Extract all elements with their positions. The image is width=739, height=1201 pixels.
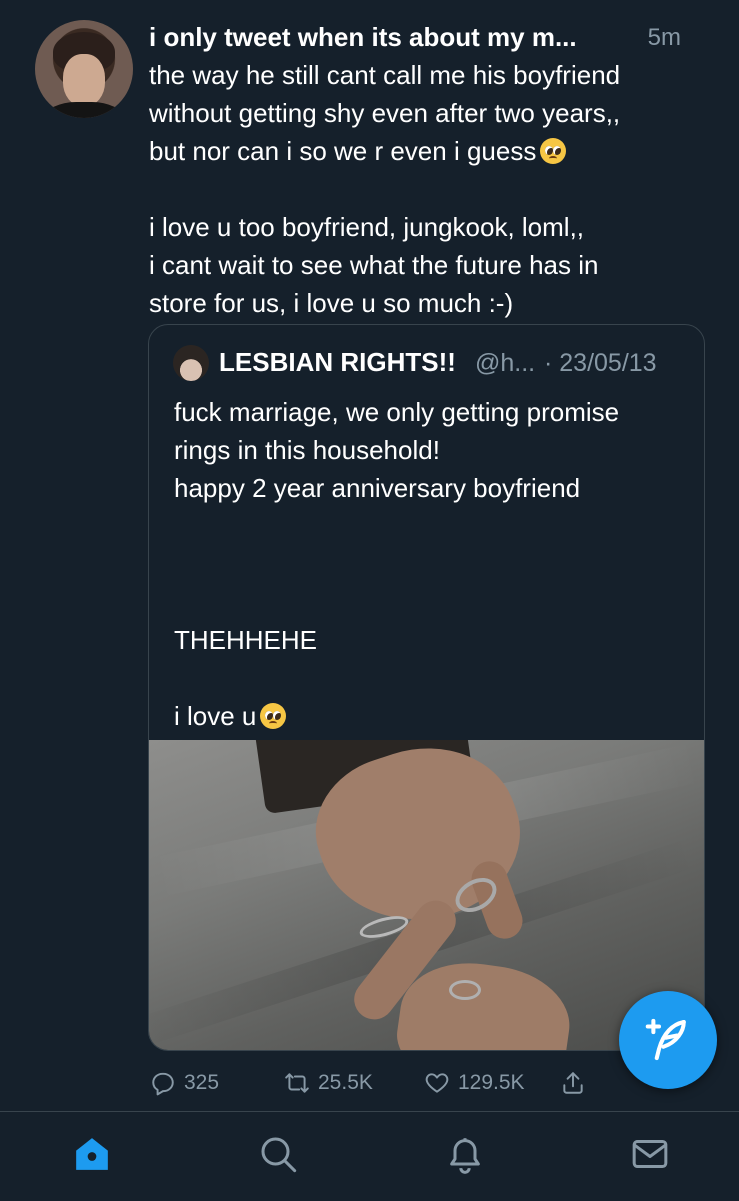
reply-button[interactable]: 325 xyxy=(150,1066,219,1100)
quoted-tweet-photo[interactable] xyxy=(149,740,704,1050)
compose-tweet-button[interactable] xyxy=(619,991,717,1089)
reply-icon xyxy=(152,1072,174,1096)
nav-messages[interactable] xyxy=(628,1132,672,1176)
retweet-count: 25.5K xyxy=(318,1071,373,1094)
search-icon xyxy=(261,1137,297,1173)
retweet-icon xyxy=(285,1073,309,1093)
reply-count: 325 xyxy=(184,1071,220,1094)
quoted-tweet-body: fuck marriage, we only getting promise r… xyxy=(174,393,694,735)
like-button[interactable]: 129.5K xyxy=(424,1066,525,1100)
pleading-face-emoji-icon xyxy=(540,138,567,164)
retweet-button[interactable]: 25.5K xyxy=(284,1066,373,1100)
quoted-tweet-date: · 23/05/13 xyxy=(544,349,657,377)
pleading-face-emoji-icon xyxy=(260,703,287,729)
bell-icon xyxy=(450,1138,480,1174)
quoted-author-display-name: LESBIAN RIGHTS!! xyxy=(219,347,456,377)
author-avatar[interactable] xyxy=(35,20,133,118)
bottom-navigation-bar xyxy=(0,1111,739,1201)
avatar-face xyxy=(63,54,105,106)
mail-icon xyxy=(632,1140,668,1168)
tweet-text-paragraph-2: i love u too boyfriend, jungkook, loml,,… xyxy=(149,212,599,318)
home-icon xyxy=(76,1138,108,1170)
avatar-shirt xyxy=(45,102,123,118)
nav-search[interactable] xyxy=(256,1132,300,1176)
quoted-author-avatar xyxy=(173,345,209,381)
quoted-tweet-card[interactable]: LESBIAN RIGHTS!! @h... · 23/05/13 fuck m… xyxy=(148,324,705,1051)
quoted-author-handle: @h... xyxy=(475,349,536,377)
tweet-body: the way he still cant call me his boyfri… xyxy=(149,56,709,322)
share-button[interactable] xyxy=(560,1066,594,1100)
nav-home[interactable] xyxy=(70,1132,114,1176)
compose-tweet-icon xyxy=(645,1018,686,1061)
like-count: 129.5K xyxy=(458,1071,525,1094)
tweet-header: i only tweet when its about my m... 5m xyxy=(149,22,689,52)
author-display-name[interactable]: i only tweet when its about my m... xyxy=(149,22,577,53)
heart-icon xyxy=(425,1073,449,1093)
tweet-timestamp[interactable]: 5m xyxy=(648,24,681,52)
nav-notifications[interactable] xyxy=(443,1132,487,1176)
quoted-tweet-text: fuck marriage, we only getting promise r… xyxy=(174,397,620,731)
share-icon xyxy=(563,1072,583,1094)
tweet-action-bar: 325 25.5K 129.5K xyxy=(150,1066,710,1100)
